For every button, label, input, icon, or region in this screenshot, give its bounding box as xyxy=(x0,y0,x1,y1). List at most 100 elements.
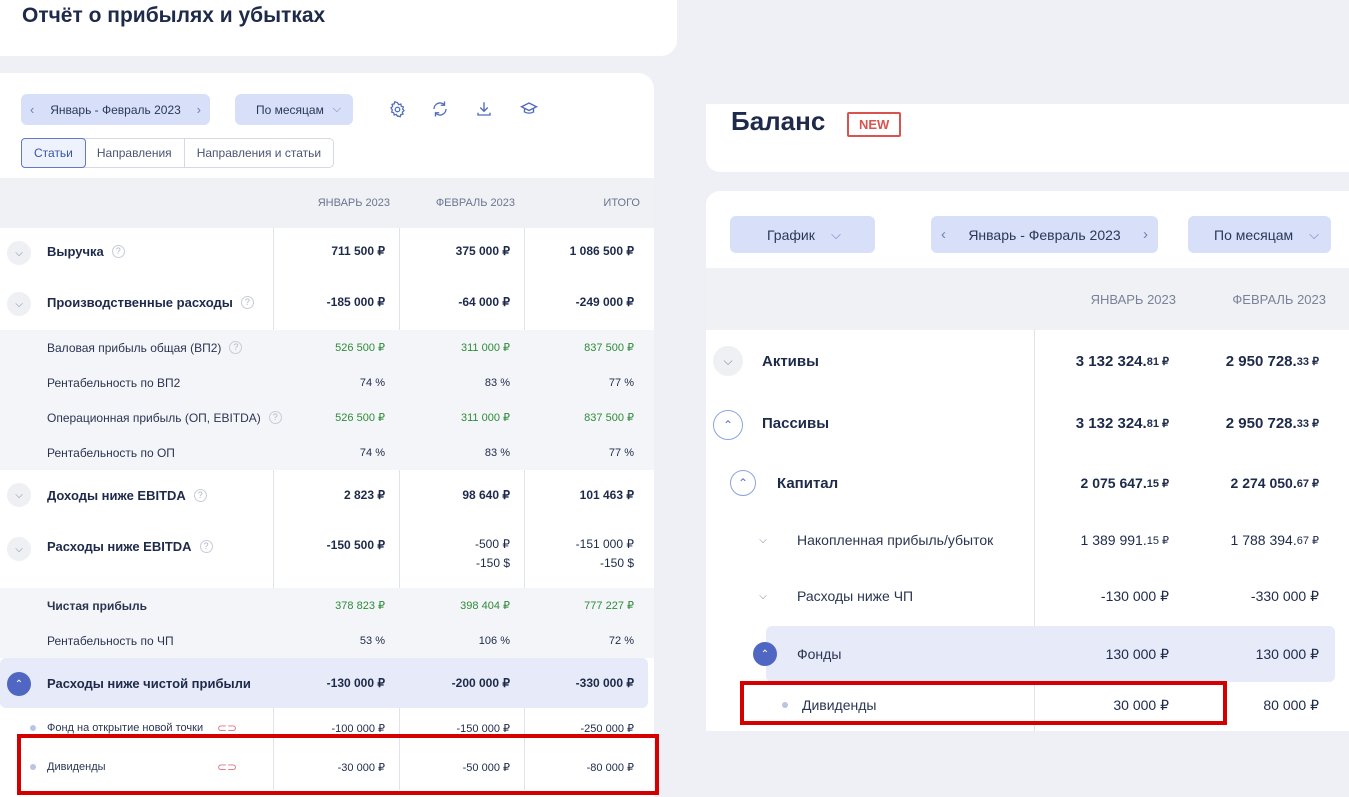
table-row[interactable]: ⌵ Накопленная прибыль/убыток 1 389 991. 1… xyxy=(706,512,1349,568)
cell-value: -249 000 ₽ xyxy=(575,295,634,309)
chevron-left-icon[interactable]: ‹ xyxy=(30,102,34,117)
help-icon[interactable]: ? xyxy=(199,539,213,553)
cell-value: 2 950 728. 33 ₽ xyxy=(1225,352,1319,370)
tree-node-icon xyxy=(30,725,36,731)
cell-value: 375 000 ₽ xyxy=(455,244,510,258)
chevron-down-icon[interactable]: ⌵ xyxy=(7,241,31,265)
download-icon[interactable] xyxy=(473,98,495,120)
chevron-down-icon[interactable]: ⌵ xyxy=(752,529,774,551)
cell-value: 72 % xyxy=(608,634,634,647)
cell-value: 1 086 500 ₽ xyxy=(569,244,634,258)
cell-value: 101 463 ₽ xyxy=(579,488,634,502)
chevron-up-icon[interactable]: ⌃ xyxy=(713,410,743,440)
row-label: Расходы ниже EBITDA xyxy=(47,538,192,554)
cell-value: 2 823 ₽ xyxy=(344,488,385,502)
cell-value: 3 132 324. 81 ₽ xyxy=(1075,414,1169,432)
chevron-down-icon[interactable]: ⌵ xyxy=(752,585,774,607)
cell-value-multi: -500 ₽ -150 $ xyxy=(475,537,510,570)
balance-header: Баланс NEW xyxy=(706,104,1349,172)
cell-value: 130 000 ₽ xyxy=(1255,645,1319,662)
row-label: Пассивы xyxy=(762,414,830,432)
table-row[interactable]: ⌵ Расходы ниже ЧП -130 000 ₽ -330 000 ₽ xyxy=(706,568,1349,624)
gear-icon[interactable] xyxy=(386,98,408,120)
cell-value: 77 % xyxy=(608,376,634,389)
cell-value: -130 000 ₽ xyxy=(1100,587,1169,604)
chevron-up-icon[interactable]: ⌃ xyxy=(730,470,756,496)
table-row[interactable]: ⌵ Активы 3 132 324. 81 ₽ 2 950 728. 33 ₽ xyxy=(706,330,1349,392)
row-label: Валовая прибыль общая (ВП2) xyxy=(47,340,222,355)
link-icon[interactable]: ⊂⊃ xyxy=(217,721,237,735)
chevron-down-icon: ⌵ xyxy=(1309,226,1319,242)
column-header-total: ИТОГО xyxy=(603,197,640,209)
period-label: Январь - Февраль 2023 xyxy=(968,226,1121,243)
cell-value: 837 500 ₽ xyxy=(584,412,634,424)
cell-value: 398 404 ₽ xyxy=(460,600,510,612)
tab-directions[interactable]: Направления xyxy=(85,139,185,167)
table-row: Рентабельность по ВП2 74 % 83 % 77 % xyxy=(0,365,654,400)
table-row-expanded[interactable]: ⌃ Фонды 130 000 ₽ 130 000 ₽ xyxy=(753,626,1335,682)
cell-value: 2 950 728. 33 ₽ xyxy=(1225,414,1319,432)
period-selector[interactable]: ‹ Январь - Февраль 2023 › xyxy=(931,216,1158,253)
chevron-right-icon[interactable]: › xyxy=(197,102,201,117)
grouping-dropdown[interactable]: По месяцам ⌵ xyxy=(235,94,353,125)
chevron-up-icon[interactable]: ⌃ xyxy=(7,672,31,696)
row-label: Операционная прибыль (ОП, EBITDA) xyxy=(47,410,261,425)
table-row: Чистая прибыль 378 823 ₽ 398 404 ₽ 777 2… xyxy=(0,588,654,623)
grouping-label: По месяцам xyxy=(1214,226,1294,243)
chevron-down-icon: ⌵ xyxy=(831,226,841,242)
row-label: Фонды xyxy=(797,646,842,662)
highlight-box xyxy=(17,734,659,795)
cell-value: 378 823 ₽ xyxy=(335,600,385,612)
chevron-up-icon[interactable]: ⌃ xyxy=(753,642,777,666)
cell-value: 777 227 ₽ xyxy=(584,600,634,612)
cell-value: 2 075 647. 15 ₽ xyxy=(1080,475,1169,491)
table-row: Операционная прибыль (ОП, EBITDA)? 526 5… xyxy=(0,400,654,435)
period-selector[interactable]: ‹ Январь - Февраль 2023 › xyxy=(21,94,210,125)
cell-value: -64 000 ₽ xyxy=(458,295,510,309)
table-row[interactable]: ⌵ Производственные расходы? -185 000 ₽ -… xyxy=(0,279,654,325)
help-icon[interactable]: ? xyxy=(193,488,207,502)
help-icon[interactable]: ? xyxy=(240,295,254,309)
table-row: Рентабельность по ЧП 53 % 106 % 72 % xyxy=(0,623,654,658)
page-title: Отчёт о прибылях и убытках xyxy=(22,4,326,27)
page-title: Баланс xyxy=(731,106,826,136)
row-label: Рентабельность по ЧП xyxy=(47,633,174,648)
table-row-expanded[interactable]: ⌃ Расходы ниже чистой прибыли -130 000 ₽… xyxy=(0,658,648,708)
help-icon[interactable]: ? xyxy=(229,341,243,354)
chevron-down-icon[interactable]: ⌵ xyxy=(7,292,31,316)
cell-value: 53 % xyxy=(359,634,385,647)
table-row[interactable]: ⌵ Расходы ниже EBITDA? -150 500 ₽ -500 ₽… xyxy=(0,525,654,583)
tab-directions-and-articles[interactable]: Направления и статьи xyxy=(185,139,333,167)
refresh-icon[interactable] xyxy=(429,98,451,120)
table-row[interactable]: ⌵ Доходы ниже EBITDA? 2 823 ₽ 98 640 ₽ 1… xyxy=(0,472,654,518)
row-label: Активы xyxy=(762,352,819,370)
column-header-feb: ФЕВРАЛЬ 2023 xyxy=(435,197,515,209)
row-label: Рентабельность по ВП2 xyxy=(47,375,181,390)
cell-value: 2 274 050. 67 ₽ xyxy=(1230,475,1319,491)
table-row[interactable]: ⌵ Выручка? 711 500 ₽ 375 000 ₽ 1 086 500… xyxy=(0,228,654,274)
cell-value: -150 500 ₽ xyxy=(326,538,385,552)
cell-value: 130 000 ₽ xyxy=(1105,645,1169,662)
table-row[interactable]: ⌃ Капитал 2 075 647. 15 ₽ 2 274 050. 67 ₽ xyxy=(706,454,1349,512)
tab-articles[interactable]: Статьи xyxy=(21,138,86,168)
cell-value: 3 132 324. 81 ₽ xyxy=(1075,352,1169,370)
chevron-down-icon[interactable]: ⌵ xyxy=(7,483,31,507)
row-label: Чистая прибыль xyxy=(47,598,147,613)
table-row: Валовая прибыль общая (ВП2)? 526 500 ₽ 3… xyxy=(0,330,654,365)
pl-header: Отчёт о прибылях и убытках xyxy=(0,0,677,56)
view-tabs: Статьи Направления Направления и статьи xyxy=(21,138,335,168)
cell-value: 74 % xyxy=(359,376,385,389)
chevron-left-icon[interactable]: ‹ xyxy=(941,226,946,243)
cell-value: 311 000 ₽ xyxy=(460,412,510,424)
grouping-dropdown[interactable]: По месяцам ⌵ xyxy=(1188,216,1331,253)
chart-dropdown[interactable]: График ⌵ xyxy=(730,216,875,253)
chevron-down-icon[interactable]: ⌵ xyxy=(7,537,31,561)
help-icon[interactable]: ? xyxy=(111,244,125,258)
new-badge: NEW xyxy=(847,112,902,137)
cell-value: 1 389 991. 15 ₽ xyxy=(1080,532,1169,548)
graduation-cap-icon[interactable] xyxy=(518,98,540,120)
chevron-right-icon[interactable]: › xyxy=(1143,226,1148,243)
table-row[interactable]: ⌃ Пассивы 3 132 324. 81 ₽ 2 950 728. 33 ₽ xyxy=(706,392,1349,454)
cell-value: 83 % xyxy=(484,446,510,459)
chevron-down-icon[interactable]: ⌵ xyxy=(713,346,743,376)
